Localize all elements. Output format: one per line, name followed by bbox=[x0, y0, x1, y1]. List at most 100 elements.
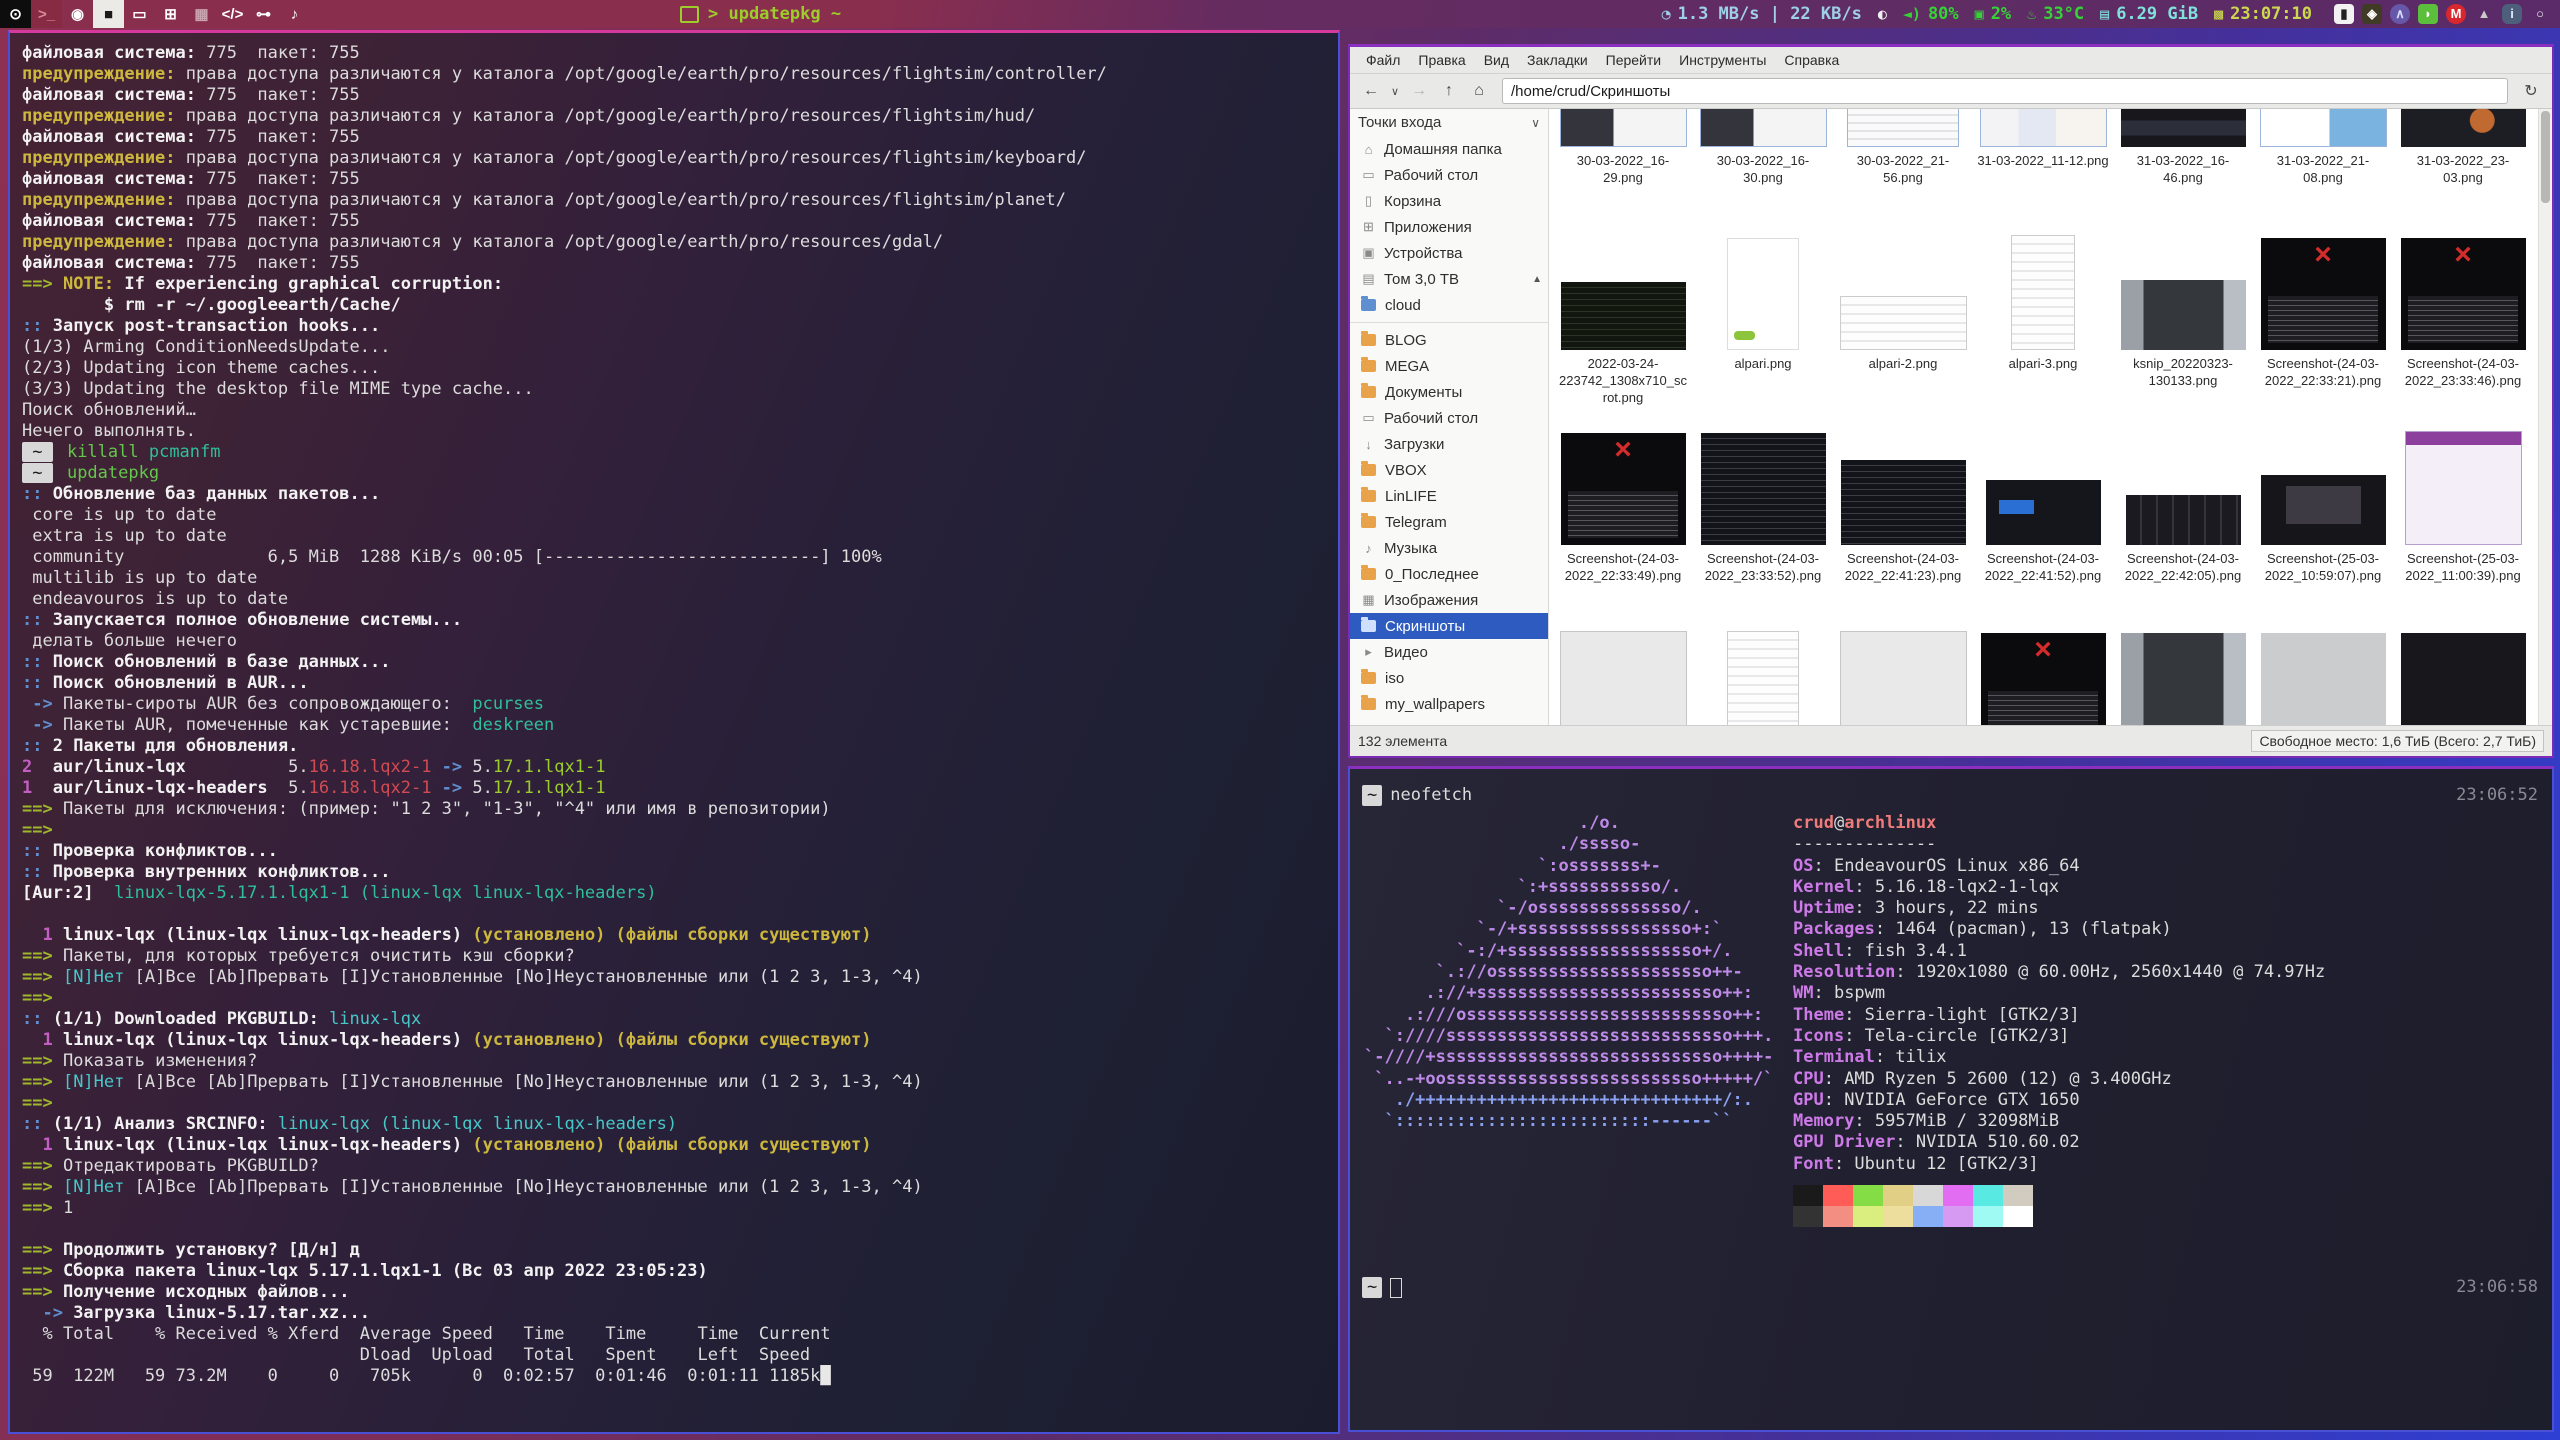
file-item[interactable]: ×Screenshot-(24-03-2022_23:33:46).png bbox=[2393, 237, 2533, 406]
flashlight-tray-icon[interactable]: ▮ bbox=[2334, 4, 2354, 24]
file-item[interactable] bbox=[2113, 632, 2253, 725]
file-item[interactable]: ×Screenshot-(24-03-2022_22:33:49).png bbox=[1553, 432, 1693, 584]
key-icon[interactable]: ⊶ bbox=[248, 0, 279, 28]
shell-prompt[interactable]: ~ bbox=[1362, 1277, 1402, 1298]
terminal-window-neofetch[interactable]: ~ neofetch 23:06:52 ./o. ./sssso- `:osss… bbox=[1348, 766, 2554, 1432]
back-button[interactable]: ← bbox=[1358, 78, 1384, 104]
sidebar-item-Документы[interactable]: Документы bbox=[1350, 379, 1548, 405]
file-item[interactable]: ksnip_20220323-130133.png bbox=[2113, 237, 2253, 406]
proton-tray-icon[interactable]: ∧ bbox=[2390, 4, 2410, 24]
sidebar-item-BLOG[interactable]: BLOG bbox=[1350, 327, 1548, 353]
file-manager-window[interactable]: ФайлПравкаВидЗакладкиПерейтиИнструментыС… bbox=[1348, 44, 2554, 758]
menu-Вид[interactable]: Вид bbox=[1476, 48, 1517, 73]
file-manager-icon[interactable]: ■ bbox=[93, 0, 124, 28]
menu-Справка[interactable]: Справка bbox=[1776, 48, 1847, 73]
file-item[interactable] bbox=[1693, 632, 1833, 725]
image-icon[interactable]: ▦ bbox=[186, 0, 217, 28]
terminal-line: файловая система: 775 пакет: 755 bbox=[22, 85, 1338, 106]
sidebar-item-LinLIFE[interactable]: LinLIFE bbox=[1350, 483, 1548, 509]
file-item[interactable]: 31-03-2022_16-46.png bbox=[2113, 109, 2253, 186]
file-item[interactable]: 30-03-2022_16-30.png bbox=[1693, 109, 1833, 186]
red-x-logo: × bbox=[1981, 633, 2106, 667]
sidebar-item-Корзина[interactable]: ▯Корзина bbox=[1350, 188, 1548, 214]
file-item[interactable]: ×Screenshot-(24-03-2022_22:33:21).png bbox=[2253, 237, 2393, 406]
file-item[interactable]: Screenshot-(24-03-2022_22:41:23).png bbox=[1833, 432, 1973, 584]
file-item[interactable]: 2022-03-24-223742_1308x710_scrot.png bbox=[1553, 237, 1693, 406]
palette-swatch bbox=[2003, 1206, 2033, 1227]
prompt-timestamp: 23:06:52 bbox=[2456, 785, 2538, 806]
folder-icon bbox=[1361, 490, 1376, 502]
file-grid[interactable]: 30-03-2022_16-29.png30-03-2022_16-30.png… bbox=[1549, 109, 2538, 725]
sidebar-item-0_Последнее[interactable]: 0_Последнее bbox=[1350, 561, 1548, 587]
file-item[interactable]: alpari-3.png bbox=[1973, 237, 2113, 406]
file-name: alpari-3.png bbox=[1977, 355, 2109, 372]
home-button[interactable]: ⌂ bbox=[1466, 78, 1492, 104]
sidebar-item-VBOX[interactable]: VBOX bbox=[1350, 457, 1548, 483]
file-item[interactable]: 30-03-2022_21-56.png bbox=[1833, 109, 1973, 186]
sidebar-item-Скриншоты[interactable]: Скриншоты bbox=[1350, 613, 1548, 639]
sidebar-item-label: BLOG bbox=[1385, 332, 1427, 349]
shield-tray-icon[interactable]: i bbox=[2502, 4, 2522, 24]
menu-Закладки[interactable]: Закладки bbox=[1519, 48, 1596, 73]
vertical-scrollbar[interactable] bbox=[2538, 109, 2552, 725]
file-item[interactable]: 31-03-2022_21-08.png bbox=[2253, 109, 2393, 186]
sidebar-item-iso[interactable]: iso bbox=[1350, 665, 1548, 691]
file-item[interactable]: 31-03-2022_11-12.png bbox=[1973, 109, 2113, 186]
sidebar-item-cloud[interactable]: cloud bbox=[1350, 292, 1548, 318]
file-item[interactable]: 31-03-2022_23-03.png bbox=[2393, 109, 2533, 186]
terminal-window-updatepkg[interactable]: файловая система: 775 пакет: 755предупре… bbox=[8, 30, 1340, 1434]
menu-Правка[interactable]: Правка bbox=[1410, 48, 1473, 73]
sidebar-item-Том 3,0 ТВ[interactable]: ▤Том 3,0 ТВ▲ bbox=[1350, 266, 1548, 292]
sidebar-item-Домашняя папка[interactable]: ⌂Домашняя папка bbox=[1350, 136, 1548, 162]
file-item[interactable]: Screenshot-(24-03-2022_22:42:05).png bbox=[2113, 432, 2253, 584]
forward-button[interactable]: → bbox=[1406, 78, 1432, 104]
net-speed-value: 1.3 MB/s | 22 KB/s bbox=[1678, 4, 1862, 24]
windows-icon[interactable]: ⊞ bbox=[155, 0, 186, 28]
file-item[interactable] bbox=[2253, 632, 2393, 725]
power-icon[interactable]: ⊙ bbox=[0, 0, 31, 28]
reload-button[interactable]: ↻ bbox=[2518, 78, 2544, 104]
sidebar-item-Рабочий стол[interactable]: ▭Рабочий стол bbox=[1350, 162, 1548, 188]
sidebar-item-Музыка[interactable]: ♪Музыка bbox=[1350, 535, 1548, 561]
code-icon[interactable]: </> bbox=[217, 0, 248, 28]
file-item[interactable] bbox=[2393, 632, 2533, 725]
sidebar-item-Устройства[interactable]: ▣Устройства bbox=[1350, 240, 1548, 266]
file-item[interactable]: Screenshot-(25-03-2022_10:59:07).png bbox=[2253, 432, 2393, 584]
path-input[interactable] bbox=[1502, 78, 2508, 104]
menu-Перейти[interactable]: Перейти bbox=[1598, 48, 1669, 73]
menu-Инструменты[interactable]: Инструменты bbox=[1671, 48, 1774, 73]
file-item[interactable]: Screenshot-(25-03-2022_11:00:39).png bbox=[2393, 432, 2533, 584]
places-header[interactable]: Точки входа ∨ bbox=[1350, 109, 1548, 136]
file-item[interactable]: alpari.png bbox=[1693, 237, 1833, 406]
music-icon[interactable]: ♪ bbox=[279, 0, 310, 28]
terminal-icon[interactable]: >_ bbox=[31, 0, 62, 28]
file-item[interactable] bbox=[1553, 632, 1693, 725]
file-item[interactable]: 30-03-2022_16-29.png bbox=[1553, 109, 1693, 186]
diamond-tray-icon[interactable]: ◈ bbox=[2362, 4, 2382, 24]
rss-tray-icon[interactable]: ◗ bbox=[2418, 4, 2438, 24]
firefox-icon[interactable]: ◉ bbox=[62, 0, 93, 28]
terminal-line: ==> Отредактировать PKGBUILD? bbox=[22, 1156, 1338, 1177]
menu-Файл[interactable]: Файл bbox=[1358, 48, 1408, 73]
mega-tray-icon[interactable]: M bbox=[2446, 4, 2466, 24]
sidebar-item-Telegram[interactable]: Telegram bbox=[1350, 509, 1548, 535]
file-item[interactable]: Screenshot-(24-03-2022_22:41:52).png bbox=[1973, 432, 2113, 584]
up-button[interactable]: ↑ bbox=[1436, 78, 1462, 104]
chat-icon[interactable]: ▭ bbox=[124, 0, 155, 28]
eject-icon[interactable]: ▲ bbox=[1532, 274, 1542, 285]
back-history-dropdown[interactable]: ∨ bbox=[1388, 78, 1402, 104]
network-tray-icon[interactable]: ▲ bbox=[2474, 4, 2494, 24]
file-item[interactable]: alpari-2.png bbox=[1833, 237, 1973, 406]
sidebar-item-Приложения[interactable]: ⊞Приложения bbox=[1350, 214, 1548, 240]
file-item[interactable] bbox=[1833, 632, 1973, 725]
sidebar-item-my_wallpapers[interactable]: my_wallpapers bbox=[1350, 691, 1548, 717]
sidebar-item-Загрузки[interactable]: ↓Загрузки bbox=[1350, 431, 1548, 457]
sidebar-item-Рабочий стол[interactable]: ▭Рабочий стол bbox=[1350, 405, 1548, 431]
file-item[interactable]: × bbox=[1973, 632, 2113, 725]
sidebar-item-MEGA[interactable]: MEGA bbox=[1350, 353, 1548, 379]
scrollbar-thumb[interactable] bbox=[2541, 111, 2550, 203]
file-item[interactable]: Screenshot-(24-03-2022_23:33:52).png bbox=[1693, 432, 1833, 584]
sidebar-item-Видео[interactable]: ▸Видео bbox=[1350, 639, 1548, 665]
sidebar-item-Изображения[interactable]: ▦Изображения bbox=[1350, 587, 1548, 613]
bulb-tray-icon[interactable]: ○ bbox=[2530, 4, 2550, 24]
